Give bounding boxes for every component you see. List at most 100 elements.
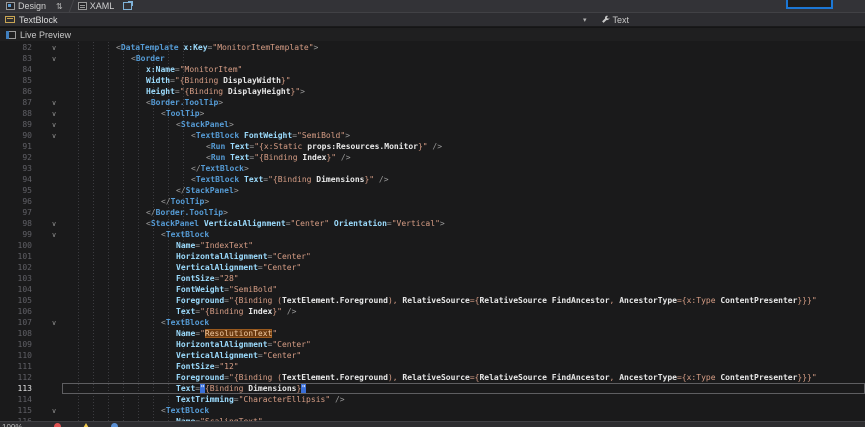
code-line[interactable]: 89∨<StackPanel> [0, 119, 865, 130]
tab-design[interactable]: Design [0, 0, 52, 12]
code-text: Width="{Binding DisplayWidth}" [76, 76, 291, 85]
code-line[interactable]: 95 </StackPanel> [0, 185, 865, 196]
wrench-icon [601, 15, 610, 24]
code-text: Foreground="{Binding (TextElement.Foregr… [76, 373, 817, 382]
code-text: </TextBlock> [76, 164, 249, 173]
code-text: Name="ResolutionText" [76, 329, 277, 338]
code-line[interactable]: 86 Height="{Binding DisplayHeight}"> [0, 86, 865, 97]
code-text: <DataTemplate x:Key="MonitorItemTemplate… [76, 43, 318, 52]
breadcrumb-bar: TextBlock ▾ Text [0, 12, 865, 26]
code-line[interactable]: 115∨<TextBlock [0, 405, 865, 416]
chevron-down-icon[interactable]: ▾ [583, 16, 587, 24]
code-text: Text="{Binding Dimensions}" [76, 384, 306, 393]
line-number: 103 [0, 273, 32, 284]
code-line[interactable]: 112 Foreground="{Binding (TextElement.For… [0, 372, 865, 383]
code-area[interactable]: 82∨<DataTemplate x:Key="MonitorItemTempl… [0, 42, 865, 427]
live-preview-icon [6, 31, 16, 39]
tab-xaml-label: XAML [90, 1, 115, 11]
line-number: 87 [0, 97, 32, 108]
code-text: <ToolTip> [76, 109, 204, 118]
live-preview-label[interactable]: Live Preview [20, 30, 71, 40]
code-text: FontSize="28" [76, 274, 239, 283]
code-line[interactable]: 88∨<ToolTip> [0, 108, 865, 119]
line-number: 112 [0, 372, 32, 383]
code-line[interactable]: 97</Border.ToolTip> [0, 207, 865, 218]
code-line[interactable]: 93 </TextBlock> [0, 163, 865, 174]
code-text: <Border [76, 54, 165, 63]
code-line[interactable]: 105Foreground="{Binding (TextElement.For… [0, 295, 865, 306]
code-text: FontWeight="SemiBold" [76, 285, 277, 294]
code-text: Text="{Binding Index}" /> [76, 307, 296, 316]
code-line[interactable]: 100 Name="IndexText" [0, 240, 865, 251]
line-number: 90 [0, 130, 32, 141]
line-number: 110 [0, 350, 32, 361]
zoom-level[interactable]: 100% [0, 422, 26, 427]
code-text: Height="{Binding DisplayHeight}"> [76, 87, 305, 96]
code-text: VerticalAlignment="Center" [76, 263, 301, 272]
line-number: 114 [0, 394, 32, 405]
code-text: <Border.ToolTip> [76, 98, 223, 107]
code-text: x:Name="MonitorItem" [76, 65, 242, 74]
line-number: 82 [0, 42, 32, 53]
line-number: 105 [0, 295, 32, 306]
code-text: <TextBlock [76, 230, 209, 239]
code-line[interactable]: 109HorizontalAlignment="Center" [0, 339, 865, 350]
code-line[interactable]: 84x:Name="MonitorItem" [0, 64, 865, 75]
error-icon[interactable] [54, 423, 61, 427]
code-line[interactable]: 83∨<Border [0, 53, 865, 64]
focused-control-outline[interactable] [786, 0, 833, 9]
line-number: 104 [0, 284, 32, 295]
code-text: </ToolTip> [76, 197, 209, 206]
code-text: HorizontalAlignment="Center" [76, 252, 311, 261]
line-number: 91 [0, 141, 32, 152]
code-line[interactable]: 111FontSize="12" [0, 361, 865, 372]
code-line[interactable]: 98∨<StackPanel VerticalAlignment="Center… [0, 218, 865, 229]
code-text: </Border.ToolTip> [76, 208, 228, 217]
code-text: </StackPanel> [76, 186, 239, 195]
line-number: 93 [0, 163, 32, 174]
code-text: Name="IndexText" [76, 241, 253, 250]
line-number: 100 [0, 240, 32, 251]
line-number: 101 [0, 251, 32, 262]
code-line[interactable]: 101 HorizontalAlignment="Center" [0, 251, 865, 262]
code-line[interactable]: 91<Run Text="{x:Static props:Resources.M… [0, 141, 865, 152]
line-number: 111 [0, 361, 32, 372]
tab-design-label: Design [18, 1, 46, 11]
edit-text-tool[interactable]: Text [601, 15, 630, 25]
tab-xaml[interactable]: XAML [72, 0, 121, 12]
code-line[interactable]: 82∨<DataTemplate x:Key="MonitorItemTempl… [0, 42, 865, 53]
line-number: 85 [0, 75, 32, 86]
line-number: 107 [0, 317, 32, 328]
code-line[interactable]: 110VerticalAlignment="Center" [0, 350, 865, 361]
code-line[interactable]: 103 FontSize="28" [0, 273, 865, 284]
popout-window-icon[interactable] [123, 2, 132, 10]
code-line[interactable]: 96</ToolTip> [0, 196, 865, 207]
line-number: 115 [0, 405, 32, 416]
code-line[interactable]: 114TextTrimming="CharacterEllipsis" /> [0, 394, 865, 405]
code-text: <StackPanel VerticalAlignment="Center" O… [76, 219, 445, 228]
live-preview-bar: Live Preview [0, 27, 865, 41]
warning-icon[interactable] [82, 423, 90, 427]
code-line[interactable]: 85 Width="{Binding DisplayWidth}" [0, 75, 865, 86]
code-text: HorizontalAlignment="Center" [76, 340, 311, 349]
code-line[interactable]: 113Text="{Binding Dimensions}" [0, 383, 865, 394]
code-line[interactable]: 106Text="{Binding Index}" /> [0, 306, 865, 317]
line-number: 108 [0, 328, 32, 339]
breadcrumb-element[interactable]: TextBlock [0, 15, 63, 25]
message-icon[interactable] [111, 423, 118, 427]
code-line[interactable]: 92<Run Text="{Binding Index}" /> [0, 152, 865, 163]
code-line[interactable]: 107∨<TextBlock [0, 317, 865, 328]
line-number: 83 [0, 53, 32, 64]
code-line[interactable]: 104 FontWeight="SemiBold" [0, 284, 865, 295]
line-number: 86 [0, 86, 32, 97]
code-line[interactable]: 90∨<TextBlock FontWeight="SemiBold"> [0, 130, 865, 141]
line-number: 94 [0, 174, 32, 185]
code-line[interactable]: 108 Name="ResolutionText" [0, 328, 865, 339]
line-number: 95 [0, 185, 32, 196]
line-number: 102 [0, 262, 32, 273]
line-number: 99 [0, 229, 32, 240]
code-line[interactable]: 94<TextBlock Text="{Binding Dimensions}"… [0, 174, 865, 185]
code-line[interactable]: 87∨<Border.ToolTip> [0, 97, 865, 108]
code-line[interactable]: 99∨<TextBlock [0, 229, 865, 240]
code-line[interactable]: 102 VerticalAlignment="Center" [0, 262, 865, 273]
